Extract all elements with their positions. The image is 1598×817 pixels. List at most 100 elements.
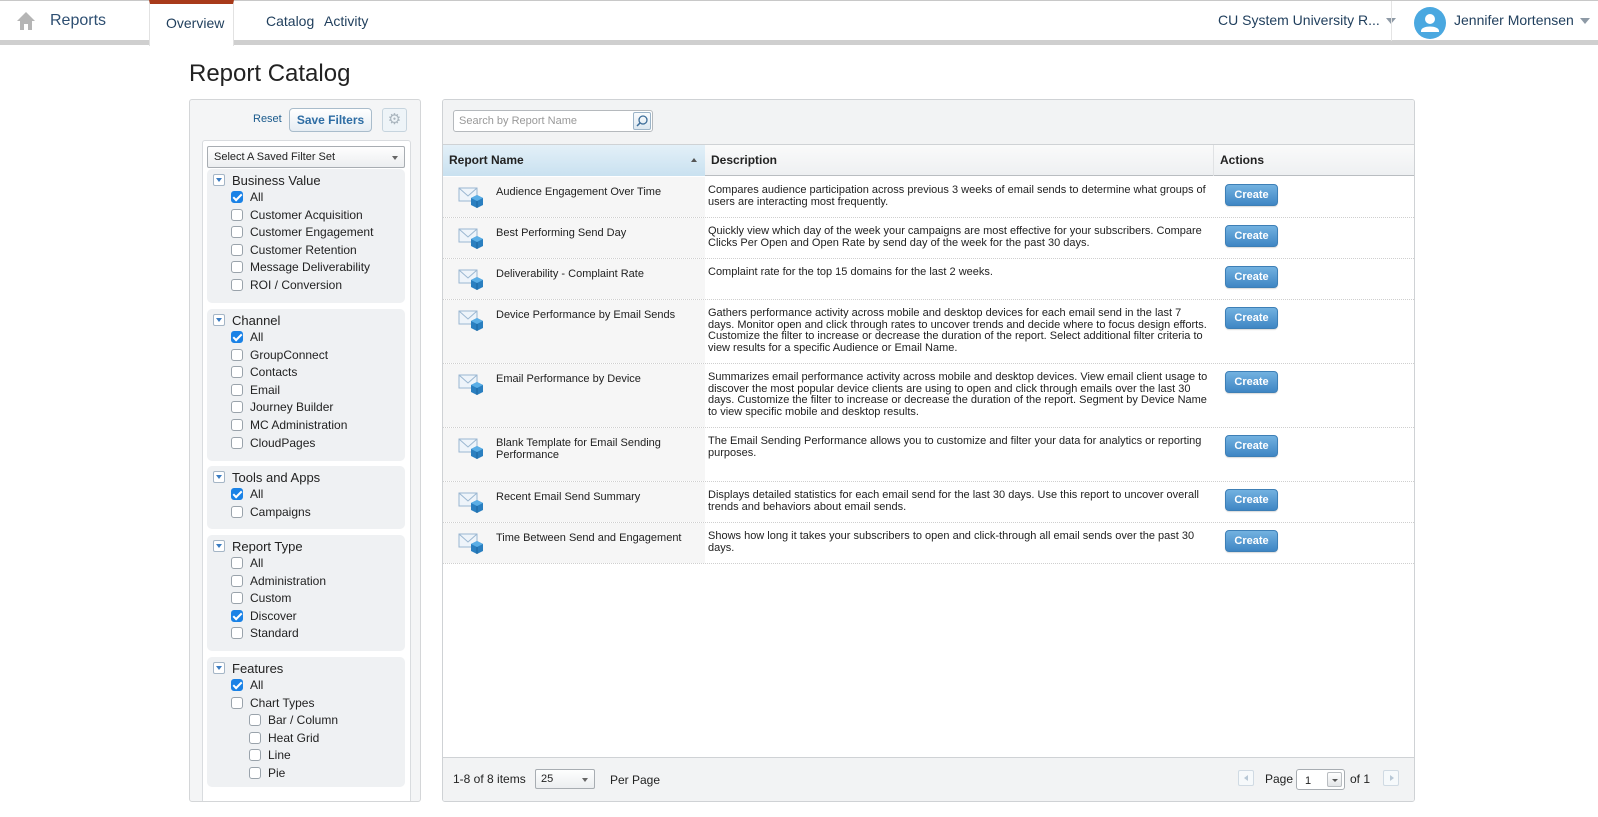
user-menu[interactable]: Jennifer Mortensen	[1454, 12, 1590, 28]
home-icon[interactable]	[16, 11, 36, 31]
reset-link[interactable]: Reset	[253, 113, 282, 125]
filter-option[interactable]: All	[231, 189, 263, 205]
tab-label: Activity	[324, 13, 369, 29]
checkbox[interactable]	[231, 401, 243, 414]
filter-option[interactable]: Contacts	[231, 364, 297, 380]
filter-settings-button[interactable]: ⚙	[382, 108, 407, 132]
report-name[interactable]: Best Performing Send Day	[496, 227, 696, 239]
filter-group-toggle[interactable]: Report Type	[213, 538, 303, 554]
checkbox[interactable]	[231, 557, 243, 569]
checkbox[interactable]	[249, 731, 261, 744]
filter-group-toggle[interactable]: Tools and Apps	[213, 469, 320, 485]
checkbox[interactable]	[231, 331, 243, 343]
checkbox[interactable]	[231, 679, 243, 691]
checkbox[interactable]	[231, 609, 243, 622]
filter-option[interactable]: Customer Acquisition	[231, 207, 363, 223]
checkbox[interactable]	[231, 436, 243, 449]
report-name[interactable]: Blank Template for Email Sending Perform…	[496, 437, 696, 461]
filter-option[interactable]: ROI / Conversion	[231, 277, 342, 293]
filter-group-features: Features All Chart Types Bar / Column Heat G…	[207, 657, 405, 787]
search-input[interactable]	[454, 111, 624, 131]
column-header-description[interactable]: Description	[705, 145, 1213, 176]
report-name[interactable]: Email Performance by Device	[496, 373, 696, 385]
checkbox[interactable]	[231, 279, 243, 291]
create-report-button[interactable]: Create	[1225, 489, 1278, 511]
create-report-button[interactable]: Create	[1225, 371, 1278, 393]
email-report-icon	[458, 533, 483, 554]
report-name[interactable]: Audience Engagement Over Time	[496, 186, 696, 198]
filter-group-toggle[interactable]: Channel	[213, 312, 280, 328]
filter-option[interactable]: Administration	[231, 573, 326, 589]
checkbox[interactable]	[231, 592, 243, 605]
checkbox[interactable]	[249, 767, 261, 779]
checkbox[interactable]	[249, 749, 261, 762]
filter-group-toggle[interactable]: Business Value	[213, 172, 321, 188]
filter-option[interactable]: CloudPages	[231, 435, 315, 451]
filter-option[interactable]: MC Administration	[231, 417, 347, 433]
checkbox[interactable]	[231, 627, 243, 640]
filter-option[interactable]: All	[231, 486, 263, 502]
filter-option[interactable]: Standard	[231, 625, 299, 641]
tab-catalog[interactable]: Catalog	[250, 0, 330, 46]
filter-option[interactable]: Bar / Column	[249, 712, 338, 728]
filter-option-label: All	[250, 190, 264, 204]
tab-overview[interactable]: Overview	[149, 0, 234, 46]
filter-option[interactable]: Email	[231, 382, 280, 398]
checkbox[interactable]	[231, 383, 243, 396]
checkbox[interactable]	[249, 714, 261, 727]
report-name[interactable]: Recent Email Send Summary	[496, 491, 696, 503]
filter-option[interactable]: Customer Retention	[231, 242, 357, 258]
create-report-button[interactable]: Create	[1225, 435, 1278, 457]
filter-option[interactable]: Discover	[231, 608, 297, 624]
create-report-button[interactable]: Create	[1225, 225, 1278, 247]
page-select[interactable]: 1	[1296, 769, 1345, 790]
filter-option[interactable]: Message Deliverability	[231, 259, 370, 275]
saved-filter-select[interactable]: Select A Saved Filter Set	[207, 146, 405, 168]
create-report-button[interactable]: Create	[1225, 266, 1278, 288]
filter-option[interactable]: Chart Types	[231, 695, 314, 711]
checkbox[interactable]	[231, 488, 243, 500]
report-name[interactable]: Time Between Send and Engagement	[496, 532, 696, 544]
checkbox[interactable]	[231, 261, 243, 274]
filter-option[interactable]: Campaigns	[231, 504, 311, 520]
checkbox[interactable]	[231, 208, 243, 221]
previous-page-button[interactable]	[1238, 770, 1254, 786]
filter-option[interactable]: Heat Grid	[249, 730, 319, 746]
checkbox[interactable]	[231, 348, 243, 361]
report-name[interactable]: Device Performance by Email Sends	[496, 309, 696, 321]
filter-option[interactable]: All	[231, 329, 263, 345]
org-selector[interactable]: CU System University R...	[1218, 12, 1396, 28]
create-report-button[interactable]: Create	[1225, 530, 1278, 552]
create-report-button[interactable]: Create	[1225, 307, 1278, 329]
app-title[interactable]: Reports	[50, 12, 106, 30]
report-name-cell: Time Between Send and Engagement	[443, 523, 705, 563]
per-page-select[interactable]: 25	[535, 769, 595, 789]
tab-label: Catalog	[266, 13, 315, 29]
checkbox[interactable]	[231, 505, 243, 518]
save-filters-button[interactable]: Save Filters	[289, 108, 372, 132]
tab-activity[interactable]: Activity	[324, 0, 368, 46]
filter-option[interactable]: Custom	[231, 590, 291, 606]
filter-option[interactable]: All	[231, 555, 263, 571]
checkbox[interactable]	[231, 243, 243, 256]
filter-option[interactable]: Customer Engagement	[231, 224, 373, 240]
filter-group-toggle[interactable]: Features	[213, 660, 283, 676]
next-page-button[interactable]	[1383, 770, 1399, 786]
filter-option-label: Heat Grid	[268, 730, 320, 745]
report-name[interactable]: Deliverability - Complaint Rate	[496, 268, 696, 280]
create-report-button[interactable]: Create	[1225, 184, 1278, 206]
checkbox[interactable]	[231, 226, 243, 239]
filter-option[interactable]: Journey Builder	[231, 399, 333, 415]
filter-option[interactable]: All	[231, 677, 263, 693]
filter-option[interactable]: Line	[249, 747, 291, 763]
checkbox[interactable]	[231, 696, 243, 709]
checkbox[interactable]	[231, 366, 243, 379]
search-button[interactable]	[633, 112, 651, 130]
column-header-report-name[interactable]: Report Name	[443, 145, 705, 176]
filter-option[interactable]: Pie	[249, 765, 285, 781]
avatar[interactable]	[1414, 7, 1446, 39]
checkbox[interactable]	[231, 574, 243, 587]
checkbox[interactable]	[231, 191, 243, 203]
filter-option[interactable]: GroupConnect	[231, 347, 328, 363]
checkbox[interactable]	[231, 419, 243, 431]
